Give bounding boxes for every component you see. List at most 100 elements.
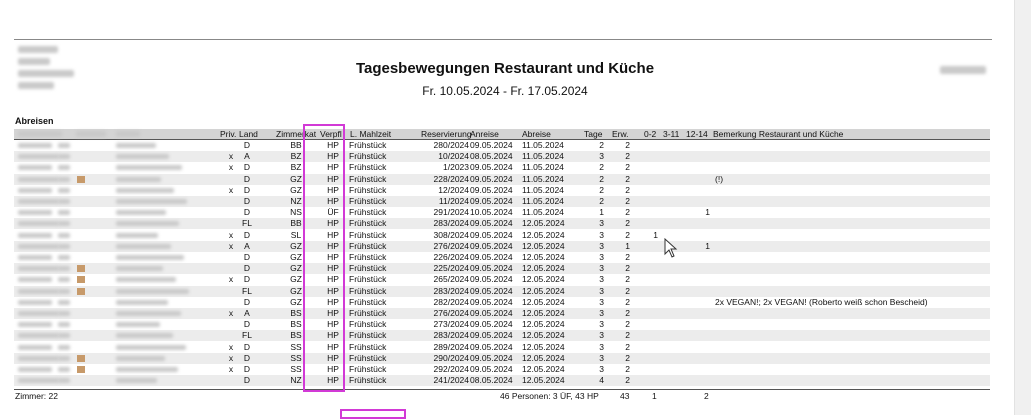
redacted-guest-name (116, 210, 166, 216)
redacted-guest-id (18, 187, 52, 193)
cell-erw: 2 (625, 218, 630, 229)
cell-tage: 2 (599, 162, 604, 173)
redacted-guest-id (18, 277, 52, 283)
redacted-guest-id (18, 154, 59, 160)
cell-kinder-12-14 (696, 140, 710, 151)
cell-anreise: 09.05.2024 (470, 196, 513, 206)
col-abreise: Abreise (522, 129, 551, 139)
cell-abreise: 12.05.2024 (522, 364, 565, 374)
cell-tage: 2 (599, 140, 604, 150)
cell-mahlzeit: Frühstück (349, 375, 387, 386)
cell-tage: 2 (599, 184, 604, 195)
col-lmahlzeit: L. Mahlzeit (350, 129, 392, 139)
cell-priv: x (228, 352, 234, 363)
cell-kinder-12-14 (696, 162, 710, 173)
cell-abreise: 12.05.2024 (522, 330, 565, 341)
cell-kinder-12-14 (696, 319, 710, 330)
cell-anreise: 09.05.2024 (470, 330, 513, 341)
table-row: D GZ HP Frühstück 225/2024 09.05.2024 12.05.20… (14, 263, 990, 275)
redacted-guest-id (18, 299, 52, 305)
redacted-address (18, 46, 58, 53)
total-zimmer: Zimmer: 22 (15, 391, 58, 401)
cell-erw: 2 (625, 151, 630, 162)
cell-mahlzeit: Frühstück (349, 207, 387, 218)
cell-kinder-3-11 (668, 308, 682, 319)
redacted-guest-id (18, 221, 59, 227)
cell-anreise: 09.05.2024 (470, 252, 513, 262)
cell-anreise: 09.05.2024 (470, 240, 513, 251)
cell-land: D (243, 352, 251, 363)
cell-kinder-3-11 (668, 297, 682, 308)
table-row: x D SS HP Frühstück 290/2024 09.05.2024 12.05.2… (14, 352, 990, 364)
cell-kinder-3-11 (668, 319, 682, 330)
cell-kinder-12-14 (696, 274, 710, 285)
redacted-room (58, 221, 70, 227)
col-bemerkung: Bemerkung Restaurant und Küche (713, 129, 844, 139)
guest-marker-icon (77, 175, 85, 183)
table-row: D NS ÜF Frühstück 291/2024 10.05.2024 11.05.20… (14, 207, 990, 218)
cell-reservierung: 11/2024 (438, 196, 469, 206)
redacted-room (58, 277, 70, 283)
redacted-guest-id (18, 232, 52, 238)
table-row: D NZ HP Frühstück 241/2024 08.05.2024 12.05.20… (14, 375, 990, 387)
cell-bemerkung (715, 274, 985, 285)
cell-erw: 1 (625, 240, 630, 251)
col-land: Land (239, 129, 258, 139)
redacted-guest-name (116, 154, 169, 160)
redacted-guest-name (116, 143, 156, 148)
cell-reservierung: 291/2024 (433, 207, 469, 218)
table-row: x D BZ HP Frühstück 1/2023 09.05.2024 11.05.202… (14, 162, 990, 173)
cell-mahlzeit: Frühstück (349, 184, 387, 195)
cell-priv (226, 319, 236, 330)
table-row: x D GZ HP Frühstück 12/2024 09.05.2024 11.05.20… (14, 185, 990, 196)
cell-bemerkung (715, 241, 985, 252)
redacted-room (58, 243, 70, 249)
cell-abreise: 11.05.2024 (522, 207, 564, 218)
cell-kinder-3-11 (668, 196, 682, 207)
cell-bemerkung (715, 185, 985, 196)
cell-tage: 3 (599, 229, 604, 240)
cell-bemerkung (715, 353, 985, 364)
redacted-guest-id (18, 333, 59, 339)
redacted-guest-name (116, 176, 161, 182)
cell-anreise: 09.05.2024 (470, 341, 513, 352)
cell-anreise: 09.05.2024 (470, 229, 513, 240)
cell-reservierung: 273/2024 (433, 319, 469, 330)
cell-bemerkung (715, 330, 985, 341)
cell-kinder-3-11 (668, 330, 682, 341)
cell-erw: 2 (625, 308, 630, 318)
cell-mahlzeit: Frühstück (349, 364, 387, 374)
table-row: x A GZ HP Frühstück 276/2024 09.05.2024 12.05.2… (14, 240, 990, 252)
cell-kinder-0-2 (644, 353, 658, 364)
cell-erw: 2 (625, 352, 630, 363)
col-kinder-0-2: 0-2 (644, 129, 657, 139)
cell-anreise: 08.05.2024 (470, 375, 513, 386)
redacted-room (58, 266, 70, 272)
cell-kinder-0-2 (644, 140, 658, 151)
cell-mahlzeit: Frühstück (349, 352, 387, 363)
redacted-guest-name (116, 243, 171, 249)
cell-bemerkung (715, 207, 985, 218)
guest-marker-icon (77, 287, 85, 295)
cell-reservierung: 12/2024 (438, 184, 469, 195)
cell-reservierung: 241/2024 (433, 375, 469, 386)
cell-reservierung: 276/2024 (433, 308, 469, 318)
redacted-guest-id (18, 210, 52, 216)
cell-tage: 3 (599, 274, 604, 285)
cell-abreise: 12.05.2024 (522, 229, 565, 240)
redacted-guest-name (116, 266, 163, 272)
report-date-range: Fr. 10.05.2024 - Fr. 17.05.2024 (422, 84, 588, 98)
cell-kinder-3-11 (668, 263, 682, 274)
redacted-room (58, 311, 70, 316)
cell-erw: 2 (625, 364, 630, 374)
cell-kinder-3-11 (668, 218, 682, 229)
redacted-guest-name (116, 199, 187, 204)
cell-tage: 3 (599, 151, 604, 162)
cell-tage: 3 (599, 252, 604, 262)
cell-reservierung: 265/2024 (433, 274, 469, 285)
redacted-room (58, 255, 70, 260)
cell-tage: 2 (599, 196, 604, 206)
cell-abreise: 11.05.2024 (522, 184, 564, 195)
page-scroll-gutter (1014, 0, 1031, 415)
cell-mahlzeit: Frühstück (349, 330, 387, 341)
